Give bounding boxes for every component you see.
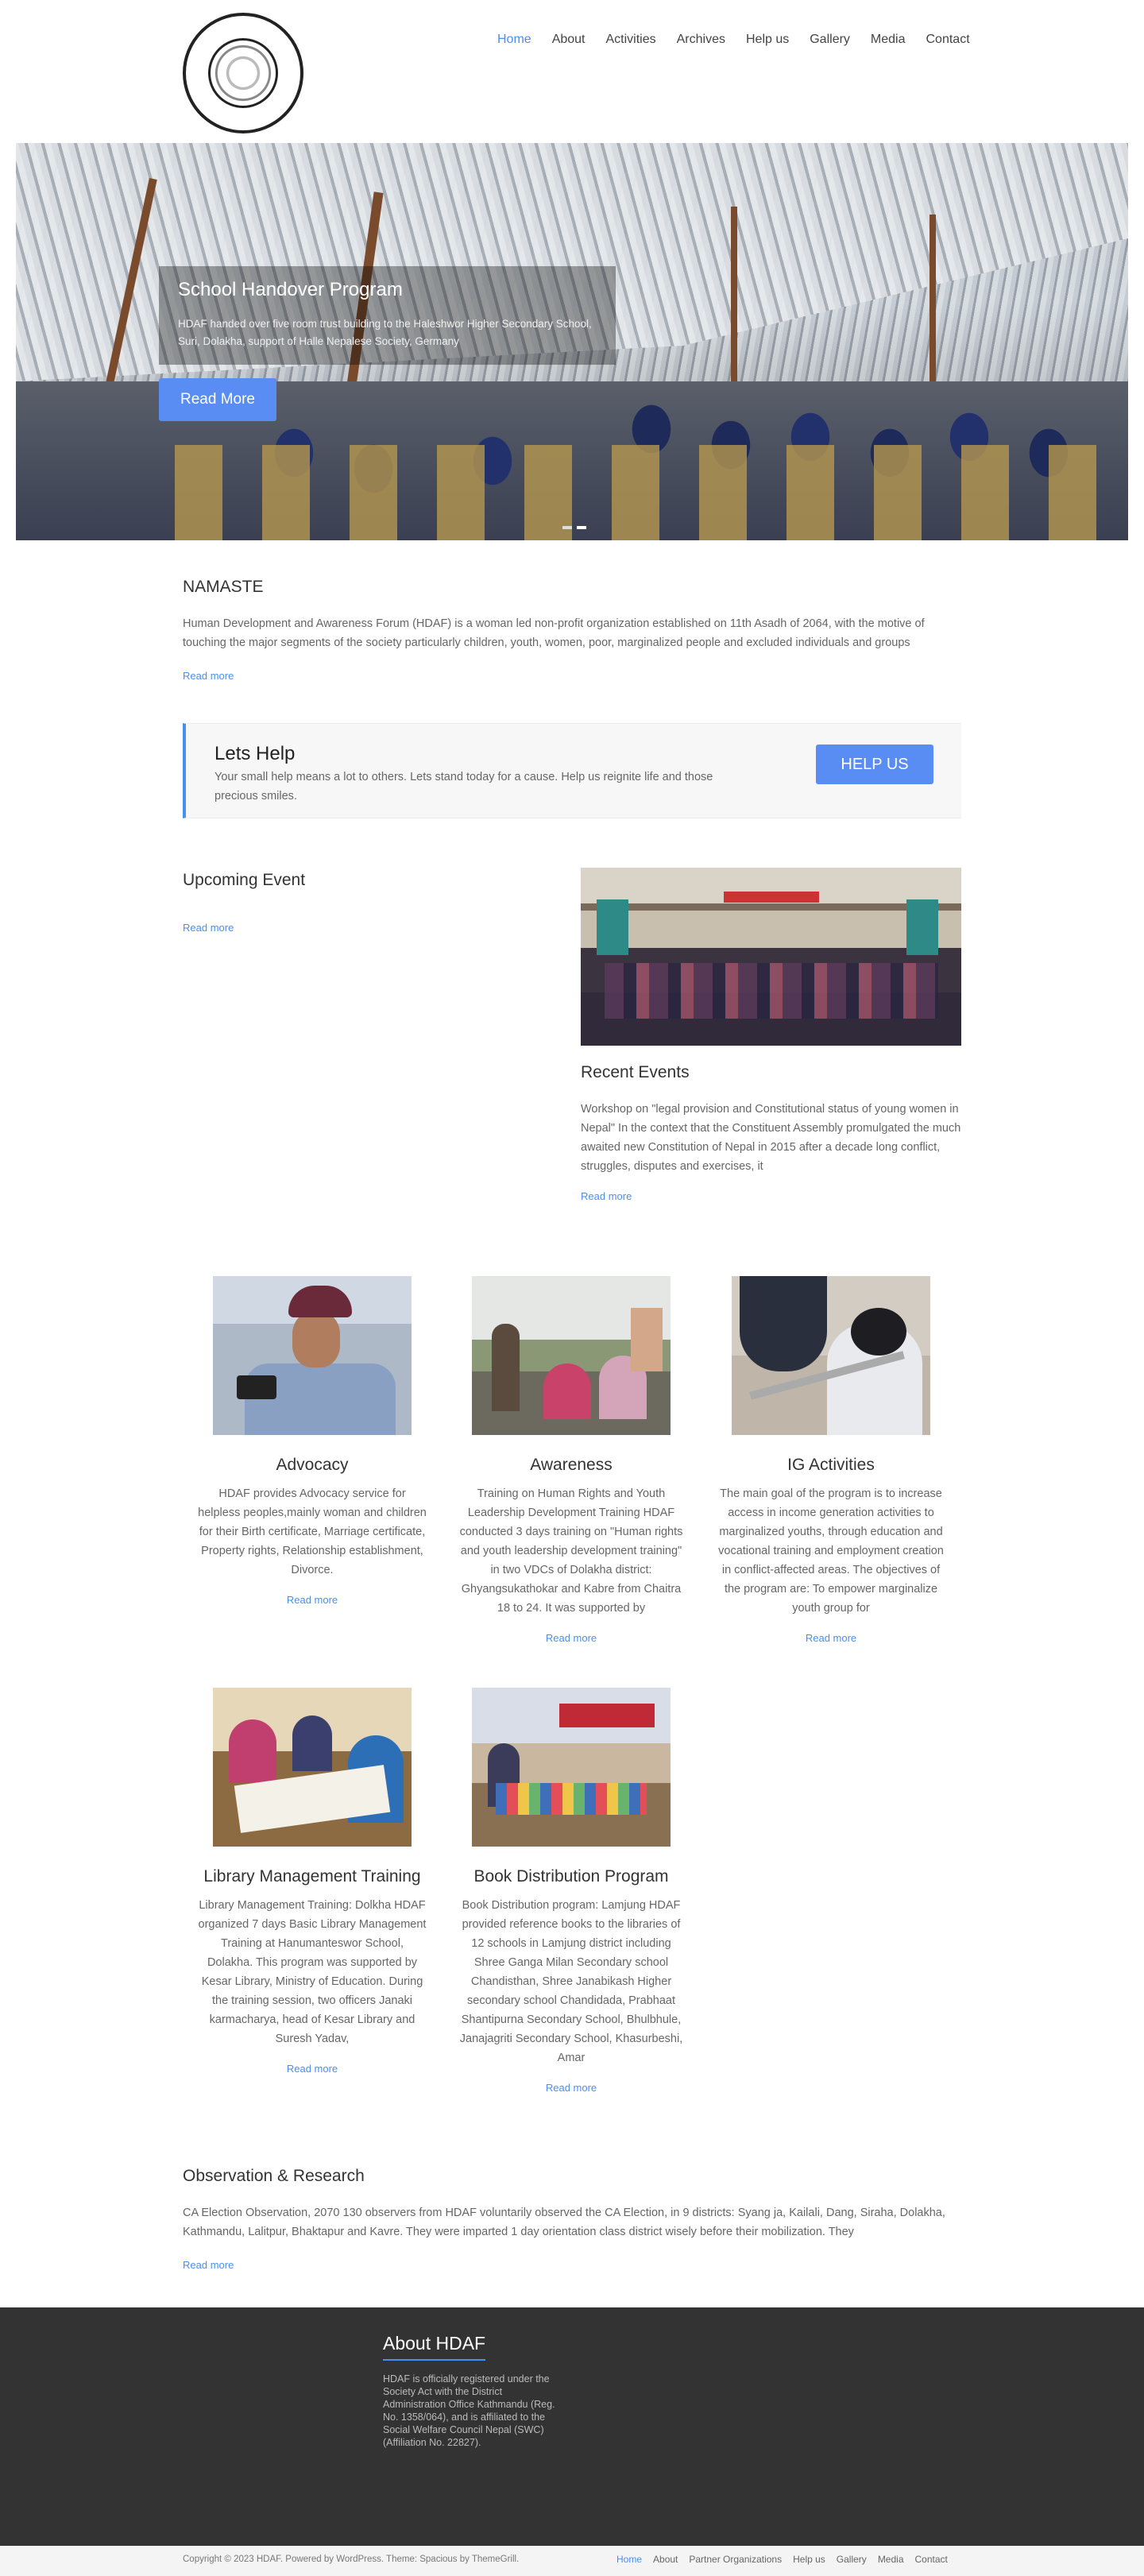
- site-header: Home About Activities Archives Help us G…: [0, 0, 1144, 143]
- card-title[interactable]: Book Distribution Program: [456, 1864, 686, 1889]
- advocacy-image[interactable]: [213, 1276, 412, 1435]
- card-text: Training on Human Rights and Youth Leade…: [459, 1487, 683, 1615]
- footer-nav: Home About Partner Organizations Help us…: [605, 2554, 948, 2565]
- activity-card-ig-activities: IG Activities The main goal of the progr…: [716, 1276, 946, 1644]
- nav-item-gallery[interactable]: Gallery: [797, 29, 858, 51]
- library-training-image[interactable]: [213, 1688, 412, 1847]
- card-title[interactable]: Library Management Training: [197, 1864, 427, 1889]
- observation-title: Observation & Research: [183, 2167, 365, 2185]
- footer-nav-contact[interactable]: Contact: [915, 2554, 948, 2565]
- card-text: The main goal of the program is to incre…: [718, 1487, 944, 1615]
- nav-item-help-us[interactable]: Help us: [733, 29, 797, 51]
- footer-title: About HDAF: [383, 2333, 486, 2361]
- observation-read-more-link[interactable]: Read more: [183, 2259, 961, 2271]
- copyright-text: Copyright © 2023 HDAF. Powered by WordPr…: [183, 2555, 520, 2564]
- recent-events-title: Recent Events: [581, 1063, 690, 1081]
- nav-item-home[interactable]: Home: [485, 29, 539, 51]
- upcoming-event-title: Upcoming Event: [183, 871, 306, 889]
- footer-nav-about[interactable]: About: [653, 2554, 678, 2565]
- card-text: Book Distribution program: Lamjung HDAF …: [459, 1899, 683, 2064]
- card-read-more-link[interactable]: Read more: [456, 2082, 686, 2094]
- recent-events-section: Recent Events Workshop on "legal provisi…: [581, 1063, 961, 1202]
- image-figure: [543, 1363, 591, 1419]
- globe-icon: [208, 38, 278, 108]
- recent-events-text: Workshop on "legal provision and Constit…: [581, 1103, 961, 1173]
- image-figure: [245, 1363, 396, 1435]
- upcoming-read-more-link[interactable]: Read more: [183, 922, 532, 934]
- card-read-more-link[interactable]: Read more: [456, 1632, 686, 1644]
- image-figure: [292, 1312, 340, 1367]
- image-window: [597, 899, 628, 955]
- slider-dot-active[interactable]: [577, 526, 586, 529]
- image-audience: [605, 963, 938, 1019]
- card-text: Library Management Training: Dolkha HDAF…: [198, 1899, 427, 2045]
- nav-item-about[interactable]: About: [539, 29, 593, 51]
- site-logo[interactable]: [183, 13, 303, 133]
- namaste-section: NAMASTE Human Development and Awareness …: [183, 578, 961, 682]
- hero-caption: School Handover Program HDAF handed over…: [159, 266, 616, 365]
- image-figure: [229, 1719, 276, 1783]
- namaste-title: NAMASTE: [183, 578, 264, 596]
- card-read-more-link[interactable]: Read more: [197, 2063, 427, 2075]
- camera-icon: [237, 1375, 276, 1399]
- image-figure: [631, 1308, 663, 1371]
- slider-pager: [562, 526, 586, 529]
- card-text: HDAF provides Advocacy service for helpl…: [198, 1487, 427, 1576]
- recent-event-image[interactable]: [581, 868, 961, 1046]
- namaste-read-more-link[interactable]: Read more: [183, 670, 961, 682]
- card-title[interactable]: Advocacy: [197, 1452, 427, 1478]
- slider-dot[interactable]: [562, 526, 572, 529]
- card-title[interactable]: Awareness: [456, 1452, 686, 1478]
- hero-read-more-button[interactable]: Read More: [159, 378, 276, 421]
- cta-text: Your small help means a lot to others. L…: [214, 771, 713, 803]
- call-to-action: Lets Help Your small help means a lot to…: [183, 723, 961, 818]
- footer-text: HDAF is officially registered under the …: [383, 2373, 555, 2448]
- observation-text: CA Election Observation, 2070 130 observ…: [183, 2207, 945, 2238]
- ig-activities-image[interactable]: [732, 1276, 930, 1435]
- nav-item-contact[interactable]: Contact: [914, 29, 978, 51]
- observation-research-section: Observation & Research CA Election Obser…: [183, 2167, 961, 2271]
- nav-item-archives[interactable]: Archives: [664, 29, 733, 51]
- image-window: [906, 899, 938, 955]
- upcoming-event-section: Upcoming Event Read more: [183, 871, 532, 934]
- main-nav: Home About Activities Archives Help us G…: [485, 29, 978, 51]
- image-banner: [724, 892, 819, 903]
- activity-card-advocacy: Advocacy HDAF provides Advocacy service …: [197, 1276, 427, 1606]
- hero-image-beam: [930, 215, 936, 405]
- image-figure: [740, 1276, 827, 1371]
- footer-nav-help-us[interactable]: Help us: [793, 2554, 825, 2565]
- book-stack-icon: [496, 1783, 647, 1815]
- hero-title: School Handover Program: [178, 279, 403, 300]
- footer-bottom-bar: Copyright © 2023 HDAF. Powered by WordPr…: [0, 2546, 1144, 2576]
- footer-nav-media[interactable]: Media: [878, 2554, 904, 2565]
- namaste-text: Human Development and Awareness Forum (H…: [183, 617, 925, 649]
- footer-nav-partner-organizations[interactable]: Partner Organizations: [689, 2554, 782, 2565]
- card-read-more-link[interactable]: Read more: [197, 1594, 427, 1606]
- awareness-image[interactable]: [472, 1276, 671, 1435]
- card-title[interactable]: IG Activities: [716, 1452, 946, 1478]
- nav-item-activities[interactable]: Activities: [593, 29, 664, 51]
- book-distribution-image[interactable]: [472, 1688, 671, 1847]
- image-figure: [492, 1324, 520, 1411]
- site-footer: About HDAF HDAF is officially registered…: [0, 2307, 1144, 2546]
- nav-item-media[interactable]: Media: [858, 29, 914, 51]
- activity-card-awareness: Awareness Training on Human Rights and Y…: [456, 1276, 686, 1644]
- cta-title: Lets Help: [214, 743, 296, 764]
- footer-nav-home[interactable]: Home: [616, 2554, 642, 2565]
- footer-nav-gallery[interactable]: Gallery: [837, 2554, 867, 2565]
- activity-card-book-distribution: Book Distribution Program Book Distribut…: [456, 1688, 686, 2094]
- help-us-button[interactable]: HELP US: [816, 745, 933, 784]
- activity-card-library-management: Library Management Training Library Mana…: [197, 1688, 427, 2075]
- image-figure: [851, 1308, 906, 1356]
- image-banner: [559, 1704, 655, 1727]
- image-figure: [288, 1286, 352, 1317]
- image-figure: [292, 1715, 332, 1771]
- hero-image-desks: [175, 445, 1128, 540]
- card-read-more-link[interactable]: Read more: [716, 1632, 946, 1644]
- hero-text: HDAF handed over five room trust buildin…: [178, 318, 592, 347]
- recent-read-more-link[interactable]: Read more: [581, 1190, 961, 1202]
